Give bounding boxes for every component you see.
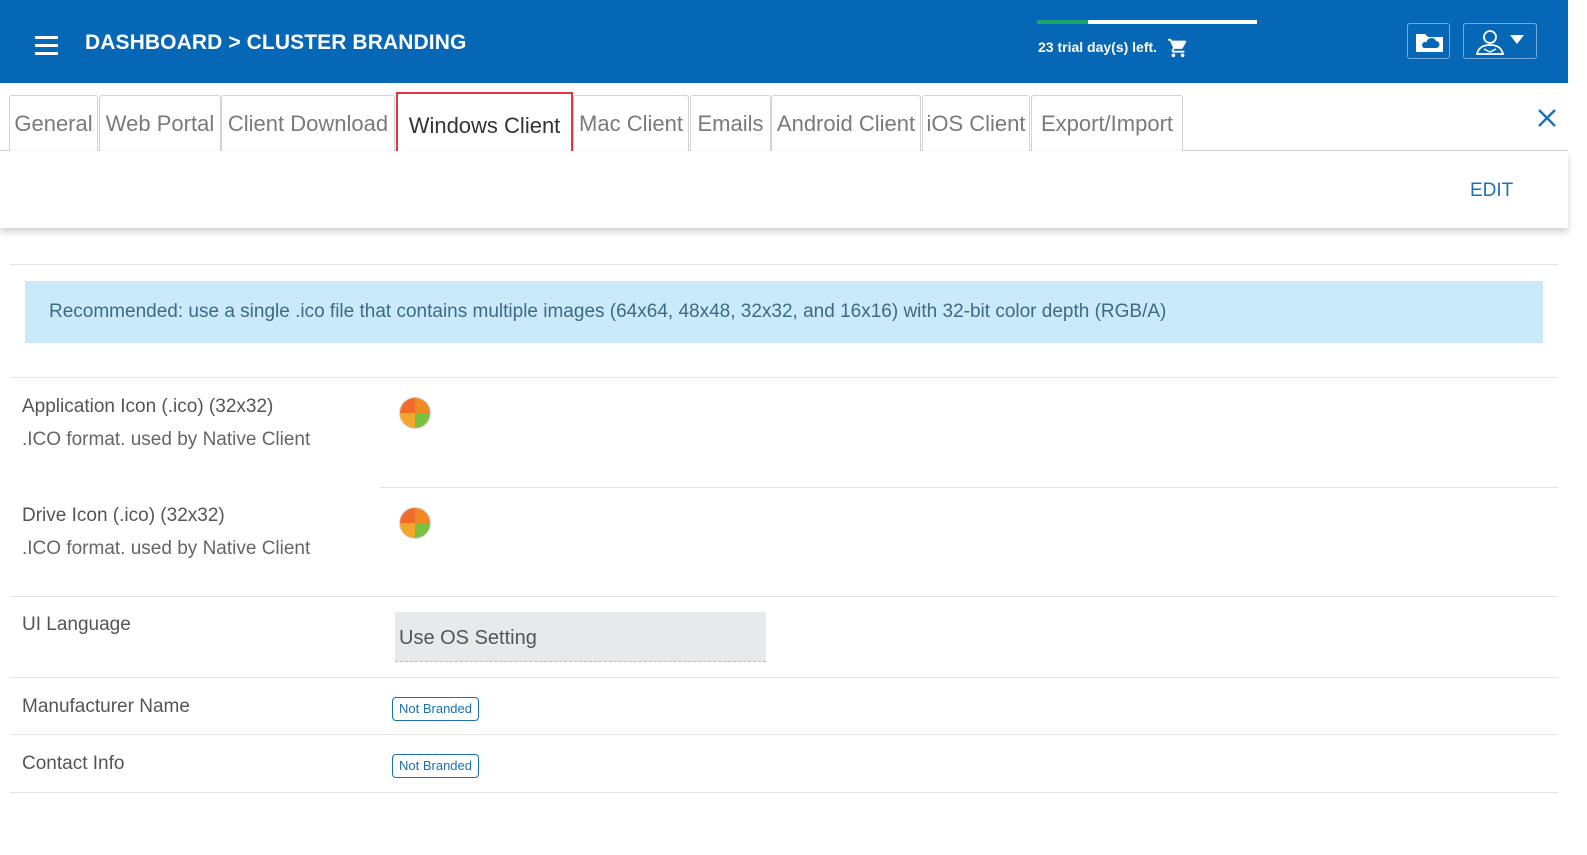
ui-language-select[interactable]: Use OS Setting — [395, 612, 766, 662]
manufacturer-status-badge: Not Branded — [392, 697, 479, 721]
user-icon — [1475, 30, 1505, 55]
trial-progress-fill — [1037, 20, 1088, 24]
tab-client-download[interactable]: Client Download — [221, 95, 395, 151]
tab-android-client[interactable]: Android Client — [771, 95, 921, 151]
drive-icon-description: .ICO format. used by Native Client — [22, 538, 311, 559]
tab-emails[interactable]: Emails — [690, 95, 771, 151]
breadcrumb: DASHBOARD > CLUSTER BRANDING — [85, 31, 467, 54]
tab-web-portal[interactable]: Web Portal — [99, 95, 221, 151]
divider — [10, 377, 1558, 378]
cloud-folder-icon — [1416, 34, 1443, 52]
close-icon[interactable] — [1535, 106, 1559, 130]
ui-language-label: UI Language — [22, 614, 131, 635]
divider — [380, 487, 1558, 488]
recommendation-notice: Recommended: use a single .ico file that… — [25, 281, 1543, 343]
settings-tabs: General Web Portal Client Download Windo… — [0, 83, 1568, 153]
user-menu-button[interactable] — [1463, 23, 1537, 59]
application-icon-preview — [399, 397, 431, 429]
tab-export-import[interactable]: Export/Import — [1031, 95, 1183, 151]
edit-toolbar: EDIT — [0, 151, 1568, 228]
cloud-folder-button[interactable] — [1407, 23, 1450, 59]
caret-down-icon — [1510, 35, 1524, 44]
edit-button[interactable]: EDIT — [1470, 180, 1513, 202]
drive-icon-preview — [399, 507, 431, 539]
tab-ios-client[interactable]: iOS Client — [922, 95, 1030, 151]
contact-info-status-badge: Not Branded — [392, 754, 479, 778]
divider — [10, 734, 1558, 735]
application-icon-description: .ICO format. used by Native Client — [22, 429, 311, 450]
manufacturer-name-label: Manufacturer Name — [22, 696, 190, 717]
divider — [10, 264, 1558, 265]
tab-windows-client[interactable]: Windows Client — [396, 92, 573, 153]
tab-mac-client[interactable]: Mac Client — [573, 95, 689, 151]
top-header-bar: DASHBOARD > CLUSTER BRANDING 23 trial da… — [0, 0, 1568, 83]
tab-general[interactable]: General — [9, 95, 98, 151]
drive-icon-label: Drive Icon (.ico) (32x32) — [22, 505, 225, 526]
cart-icon[interactable] — [1167, 37, 1189, 59]
divider — [10, 792, 1558, 793]
divider — [10, 596, 1558, 597]
trial-progress-track — [1037, 20, 1257, 24]
divider — [10, 677, 1558, 678]
trial-days-text: 23 trial day(s) left. — [1038, 39, 1158, 55]
application-icon-label: Application Icon (.ico) (32x32) — [22, 396, 274, 417]
hamburger-menu-icon[interactable] — [35, 36, 58, 56]
contact-info-label: Contact Info — [22, 753, 125, 774]
